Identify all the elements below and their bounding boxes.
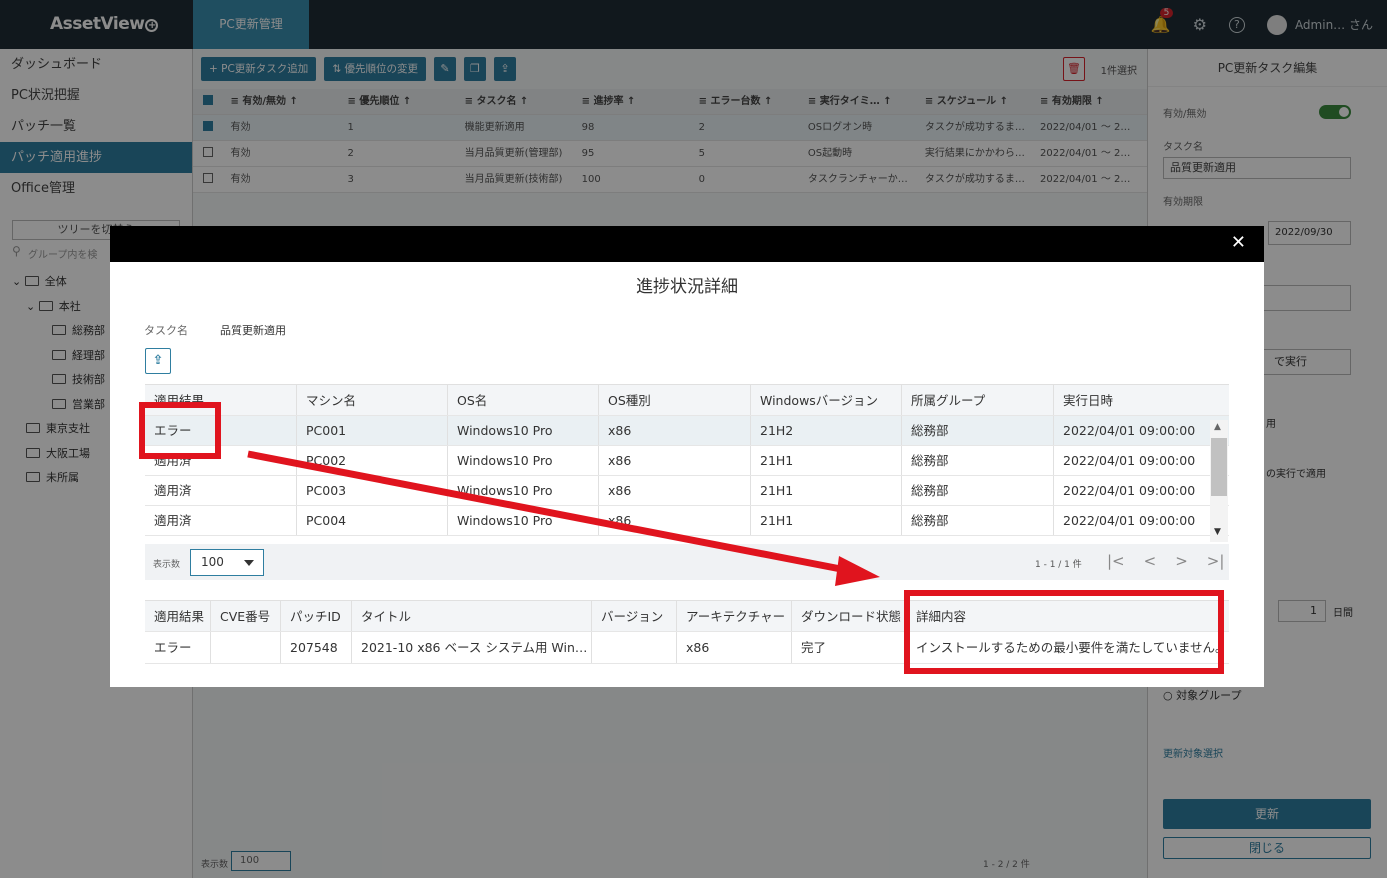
arrow-shaft (247, 450, 847, 574)
annotation-arrow (247, 450, 880, 586)
arrow-head (835, 556, 880, 586)
